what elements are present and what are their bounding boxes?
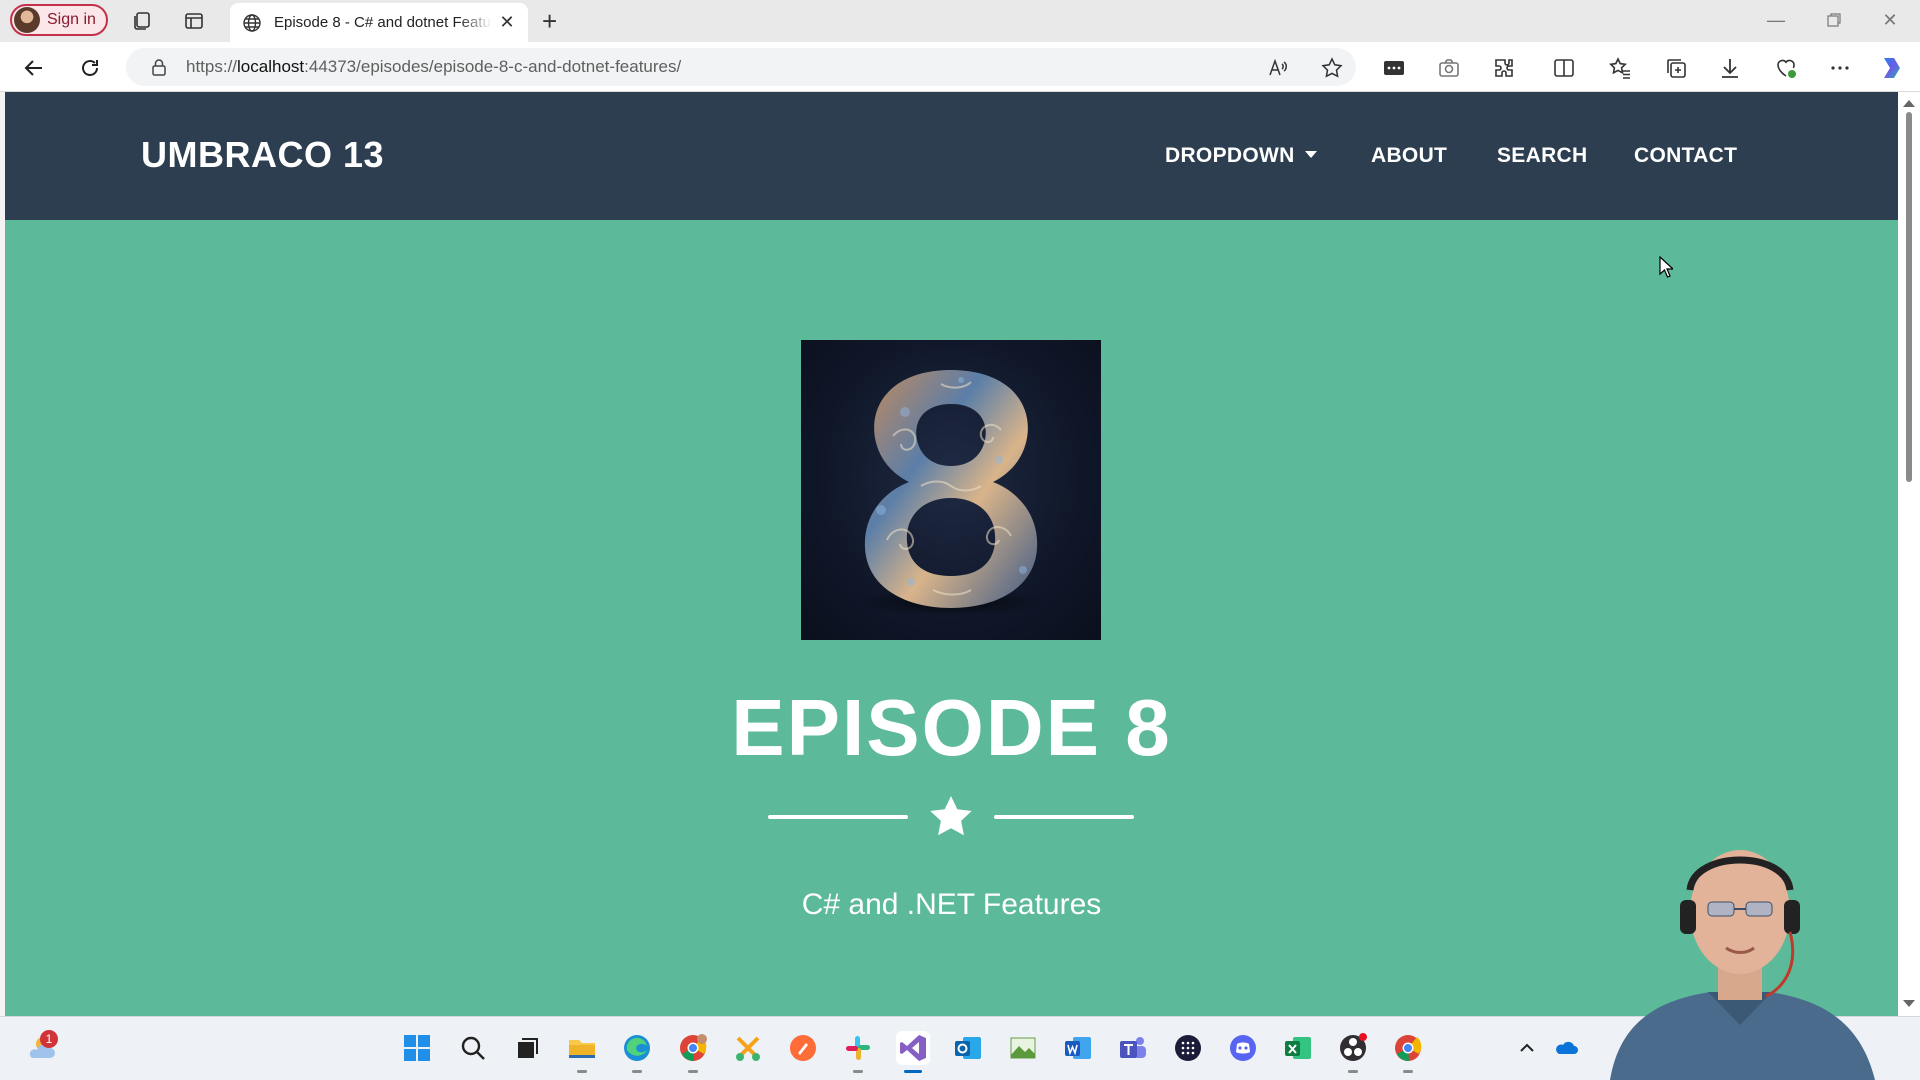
teams-icon[interactable] (1116, 1031, 1150, 1065)
split-screen-icon[interactable] (1550, 54, 1578, 82)
divider-line-right (994, 815, 1134, 819)
task-view-icon[interactable] (510, 1031, 544, 1065)
tab-actions-icon[interactable] (182, 9, 206, 33)
password-icon[interactable] (1380, 54, 1408, 82)
windows-start-icon[interactable] (400, 1031, 434, 1065)
star-icon (930, 796, 972, 836)
edge-icon[interactable] (620, 1031, 654, 1073)
new-tab-icon[interactable]: + (542, 8, 557, 34)
star-divider (768, 792, 1134, 842)
globe-icon (243, 13, 261, 32)
site-brand[interactable]: UMBRACO 13 (141, 134, 384, 176)
chrome-profile-icon[interactable] (676, 1031, 710, 1073)
postman-icon[interactable] (786, 1031, 820, 1065)
divider-line-left (768, 815, 908, 819)
chrome-icon[interactable] (1391, 1031, 1425, 1073)
visual-studio-icon[interactable] (896, 1031, 930, 1073)
nav-about[interactable]: ABOUT (1371, 144, 1447, 168)
refresh-icon[interactable] (76, 54, 104, 82)
nav-search[interactable]: SEARCH (1497, 144, 1587, 168)
extensions-icon[interactable] (1490, 54, 1518, 82)
avatar (14, 7, 40, 33)
scroll-thumb[interactable] (1906, 112, 1912, 482)
file-explorer-icon[interactable] (565, 1031, 599, 1073)
camera-icon[interactable] (1435, 54, 1463, 82)
close-window-icon[interactable]: ✕ (1878, 8, 1902, 32)
obs-icon[interactable] (1336, 1031, 1370, 1073)
restore-icon[interactable] (1822, 8, 1846, 32)
lock-icon[interactable] (150, 58, 168, 76)
sign-in-button[interactable]: Sign in (10, 4, 108, 36)
favorite-star-icon[interactable] (1320, 56, 1344, 80)
more-options-icon[interactable] (1826, 54, 1854, 82)
site-navbar: UMBRACO 13 DROPDOWN ABOUT SEARCH CONTACT (5, 92, 1898, 220)
read-aloud-icon[interactable] (1266, 56, 1290, 80)
browser-tab-strip: Sign in Episode 8 - C# and dotnet Featur… (0, 0, 1920, 42)
browser-toolbar: https://localhost:44373/episodes/episode… (0, 42, 1920, 92)
workspaces-icon[interactable] (130, 9, 154, 33)
caret-down-icon (1304, 150, 1317, 158)
scroll-down-icon[interactable] (1903, 1000, 1915, 1007)
sign-in-label: Sign in (47, 11, 96, 28)
slack-icon[interactable] (841, 1031, 875, 1073)
nav-contact[interactable]: CONTACT (1634, 144, 1737, 168)
tab-episode-8[interactable]: Episode 8 - C# and dotnet Features ✕ (230, 3, 528, 42)
url-text: https://localhost:44373/episodes/episode… (186, 57, 682, 76)
weather-badge: 1 (40, 1030, 58, 1048)
copilot-icon[interactable] (1878, 54, 1906, 82)
mouse-cursor-icon (1659, 256, 1673, 278)
scroll-up-icon[interactable] (1903, 100, 1915, 107)
outlook-icon[interactable] (951, 1031, 985, 1065)
nav-dropdown[interactable]: DROPDOWN (1165, 144, 1317, 168)
snipping-tool-icon[interactable] (731, 1031, 765, 1065)
address-bar[interactable]: https://localhost:44373/episodes/episode… (126, 48, 1356, 86)
page-scrollbar[interactable] (1898, 92, 1920, 1016)
excel-icon[interactable] (1281, 1031, 1315, 1065)
episode-image (801, 340, 1101, 640)
minimize-icon[interactable]: — (1764, 8, 1788, 32)
discord-icon[interactable] (1226, 1031, 1260, 1065)
image-editor-icon[interactable] (1006, 1031, 1040, 1065)
word-icon[interactable] (1061, 1031, 1095, 1065)
collections-icon[interactable] (1662, 54, 1690, 82)
close-icon[interactable]: ✕ (498, 12, 516, 32)
webcam-overlay (1590, 820, 1890, 1080)
presenter-figure (1610, 850, 1875, 1080)
number-eight-artwork (856, 370, 1046, 616)
search-icon[interactable] (456, 1031, 490, 1065)
chevron-up-icon[interactable] (1510, 1031, 1544, 1065)
onedrive-icon[interactable] (1550, 1031, 1584, 1065)
dial-pad-icon[interactable] (1171, 1031, 1205, 1065)
page-title: EPISODE 8 (731, 683, 1172, 772)
download-icon[interactable] (1716, 54, 1744, 82)
favorites-icon[interactable] (1606, 54, 1634, 82)
back-arrow-icon[interactable] (20, 54, 48, 82)
browser-essentials-icon[interactable] (1772, 54, 1800, 82)
tab-title: Episode 8 - C# and dotnet Features (274, 14, 492, 31)
